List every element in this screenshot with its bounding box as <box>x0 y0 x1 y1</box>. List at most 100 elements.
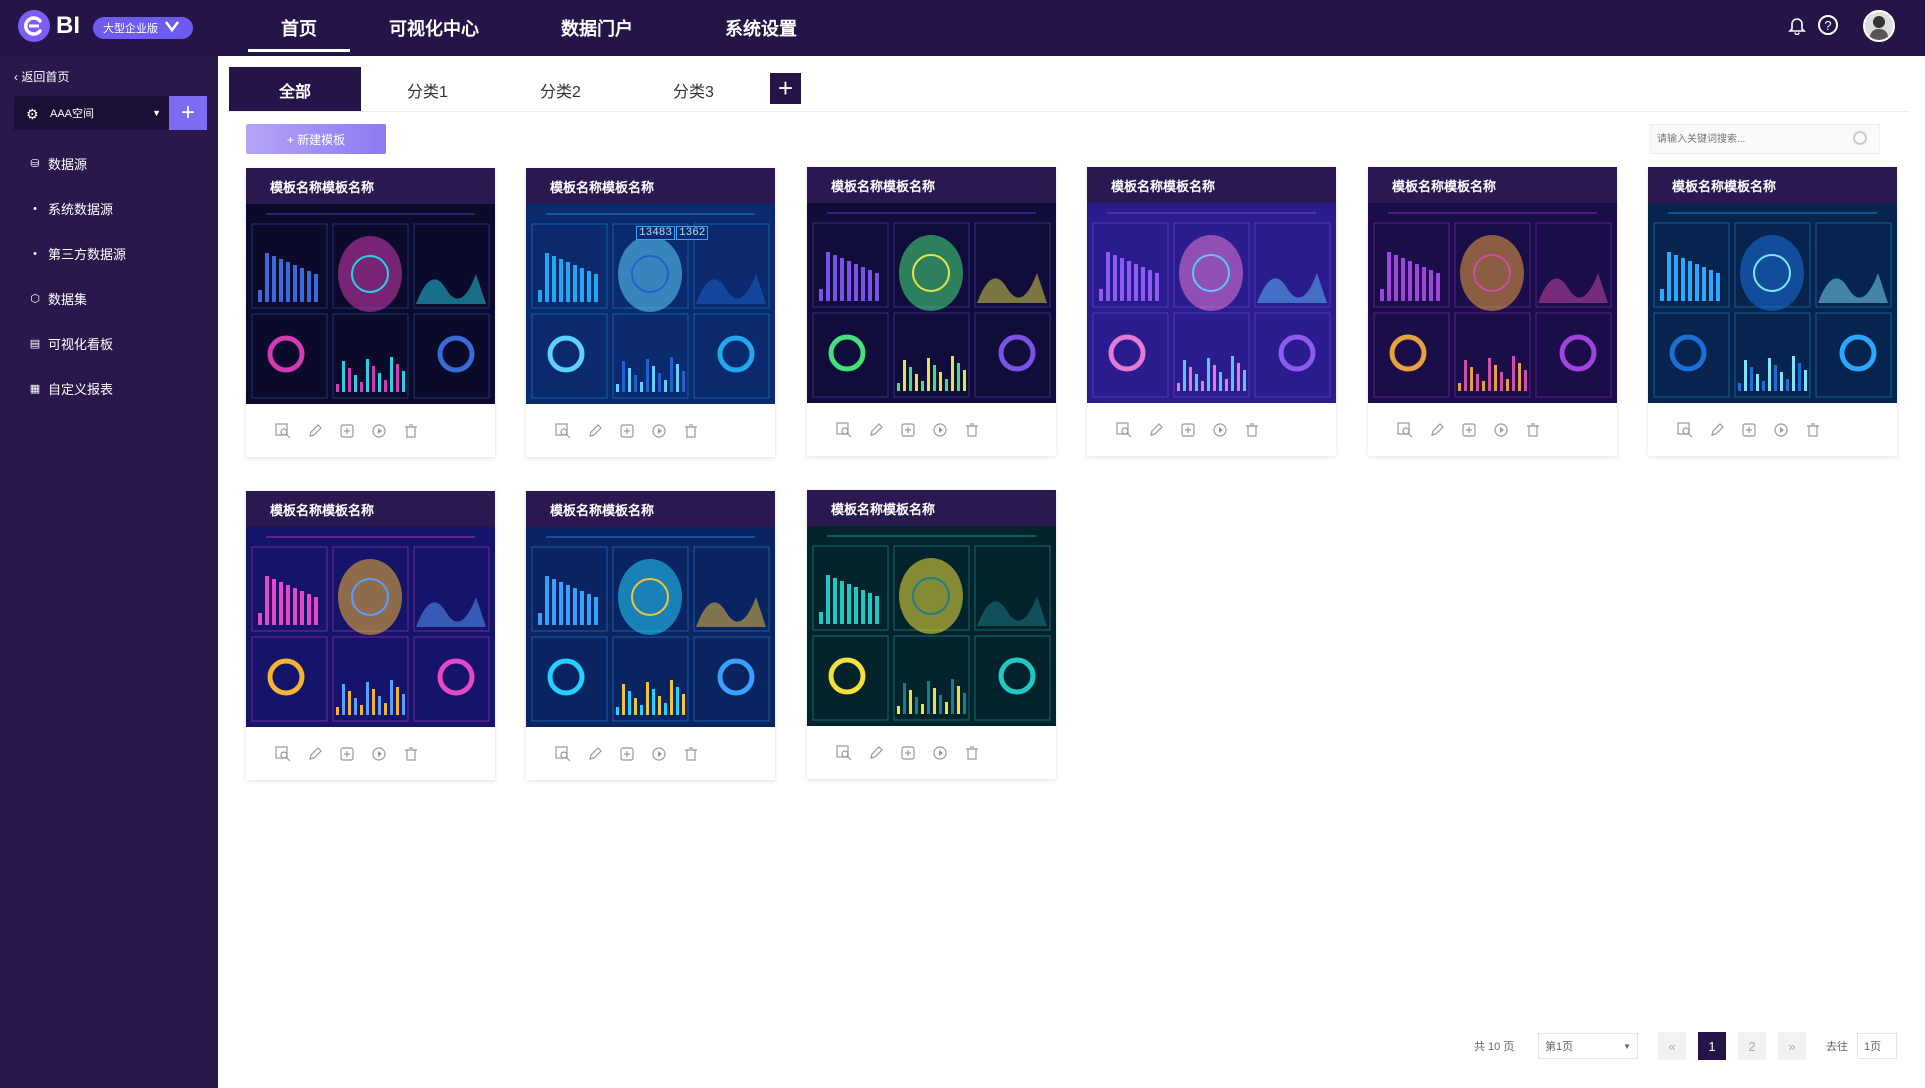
template-thumbnail[interactable] <box>246 204 495 404</box>
preview-icon[interactable] <box>1115 421 1132 438</box>
play-icon[interactable] <box>1492 421 1509 438</box>
template-thumbnail[interactable] <box>1368 203 1617 403</box>
tab-all[interactable]: 全部 <box>229 67 361 112</box>
play-icon[interactable] <box>931 744 948 761</box>
search-input[interactable] <box>1651 125 1841 153</box>
delete-icon[interactable] <box>1524 421 1541 438</box>
help-icon[interactable]: ? <box>1818 15 1838 35</box>
preview-icon[interactable] <box>835 421 852 438</box>
sidebar-item-system-datasource[interactable]: • 系统数据源 <box>28 199 113 218</box>
sidebar-item-dashboard[interactable]: ▤ 可视化看板 <box>28 334 113 353</box>
sidebar-item-custom-report[interactable]: ▦ 自定义报表 <box>28 379 113 398</box>
edit-icon[interactable] <box>306 745 323 762</box>
prev-page-button[interactable]: « <box>1658 1032 1686 1060</box>
next-page-button[interactable]: » <box>1778 1032 1806 1060</box>
template-card[interactable]: 模板名称模板名称 <box>246 491 495 780</box>
sidebar-item-dataset[interactable]: ⬡ 数据集 <box>28 289 87 308</box>
nav-item-visual-center[interactable]: 可视化中心 <box>350 0 518 56</box>
play-icon[interactable] <box>370 422 387 439</box>
sidebar-item-third-party-datasource[interactable]: • 第三方数据源 <box>28 244 126 263</box>
edit-icon[interactable] <box>586 745 603 762</box>
delete-icon[interactable] <box>1804 421 1821 438</box>
delete-icon[interactable] <box>402 745 419 762</box>
copy-icon[interactable] <box>1740 421 1757 438</box>
delete-icon[interactable] <box>963 744 980 761</box>
sidebar-item-datasource[interactable]: ⛁ 数据源 <box>28 154 87 173</box>
template-thumbnail[interactable] <box>1087 203 1336 403</box>
copy-icon[interactable] <box>899 744 916 761</box>
template-card[interactable]: 模板名称模板名称 <box>1648 167 1897 456</box>
play-icon[interactable] <box>650 745 667 762</box>
copy-icon[interactable] <box>338 745 355 762</box>
nav-item-system-settings[interactable]: 系统设置 <box>676 0 846 56</box>
template-actions <box>246 727 495 780</box>
template-thumbnail[interactable] <box>526 527 775 727</box>
template-card[interactable]: 模板名称模板名称 13483 1362 <box>526 168 775 457</box>
template-card[interactable]: 模板名称模板名称 <box>1087 167 1336 456</box>
preview-icon[interactable] <box>835 744 852 761</box>
back-link[interactable]: ‹ 返回首页 <box>14 68 69 85</box>
play-icon[interactable] <box>1211 421 1228 438</box>
copy-icon[interactable] <box>618 422 635 439</box>
delete-icon[interactable] <box>402 422 419 439</box>
page-size-select[interactable]: 第1页 ▼ <box>1538 1033 1638 1059</box>
template-thumbnail[interactable] <box>246 527 495 727</box>
preview-icon[interactable] <box>274 422 291 439</box>
tab-category-1[interactable]: 分类1 <box>361 67 494 112</box>
play-icon[interactable] <box>650 422 667 439</box>
page-2-button[interactable]: 2 <box>1738 1032 1766 1060</box>
page-1-button[interactable]: 1 <box>1698 1032 1726 1060</box>
template-thumbnail[interactable] <box>807 526 1056 726</box>
copy-icon[interactable] <box>1179 421 1196 438</box>
edition-badge[interactable]: 大型企业版 <box>93 17 193 39</box>
template-thumbnail[interactable]: 13483 1362 <box>526 204 775 404</box>
avatar[interactable] <box>1863 10 1895 42</box>
goto-page-input[interactable]: 1页 <box>1857 1033 1897 1059</box>
play-icon[interactable] <box>370 745 387 762</box>
preview-icon[interactable] <box>554 745 571 762</box>
copy-icon[interactable] <box>1460 421 1477 438</box>
edit-icon[interactable] <box>867 421 884 438</box>
copy-icon[interactable] <box>899 421 916 438</box>
add-space-button[interactable]: + <box>169 96 207 130</box>
space-select[interactable]: ⚙ AAA空间 ▼ <box>14 96 169 130</box>
edit-icon[interactable] <box>306 422 323 439</box>
dashboard-icon: ▤ <box>29 338 41 350</box>
template-thumbnail[interactable] <box>807 203 1056 403</box>
tab-category-3[interactable]: 分类3 <box>627 67 760 112</box>
template-title: 模板名称模板名称 <box>526 491 775 527</box>
delete-icon[interactable] <box>682 422 699 439</box>
play-icon[interactable] <box>931 421 948 438</box>
play-icon[interactable] <box>1772 421 1789 438</box>
edit-icon[interactable] <box>1147 421 1164 438</box>
template-card[interactable]: 模板名称模板名称 <box>526 491 775 780</box>
bell-icon[interactable] <box>1787 15 1807 35</box>
edit-icon[interactable] <box>586 422 603 439</box>
search-icon[interactable] <box>1853 131 1867 145</box>
delete-icon[interactable] <box>682 745 699 762</box>
template-actions <box>1368 403 1617 456</box>
copy-icon[interactable] <box>618 745 635 762</box>
copy-icon[interactable] <box>338 422 355 439</box>
nav-item-home[interactable]: 首页 <box>248 0 350 56</box>
template-card[interactable]: 模板名称模板名称 <box>807 167 1056 456</box>
add-category-button[interactable]: + <box>770 73 801 104</box>
template-card[interactable]: 模板名称模板名称 <box>807 490 1056 779</box>
tab-category-2[interactable]: 分类2 <box>494 67 627 112</box>
template-title: 模板名称模板名称 <box>1368 167 1617 203</box>
preview-icon[interactable] <box>1396 421 1413 438</box>
template-card[interactable]: 模板名称模板名称 <box>1368 167 1617 456</box>
nav-item-data-portal[interactable]: 数据门户 <box>518 0 676 56</box>
new-template-button[interactable]: + 新建模板 <box>246 124 386 154</box>
preview-icon[interactable] <box>1676 421 1693 438</box>
template-card[interactable]: 模板名称模板名称 <box>246 168 495 457</box>
preview-icon[interactable] <box>274 745 291 762</box>
search-box <box>1650 124 1880 154</box>
edit-icon[interactable] <box>1708 421 1725 438</box>
edit-icon[interactable] <box>867 744 884 761</box>
edit-icon[interactable] <box>1428 421 1445 438</box>
preview-icon[interactable] <box>554 422 571 439</box>
delete-icon[interactable] <box>1243 421 1260 438</box>
delete-icon[interactable] <box>963 421 980 438</box>
template-thumbnail[interactable] <box>1648 203 1897 403</box>
